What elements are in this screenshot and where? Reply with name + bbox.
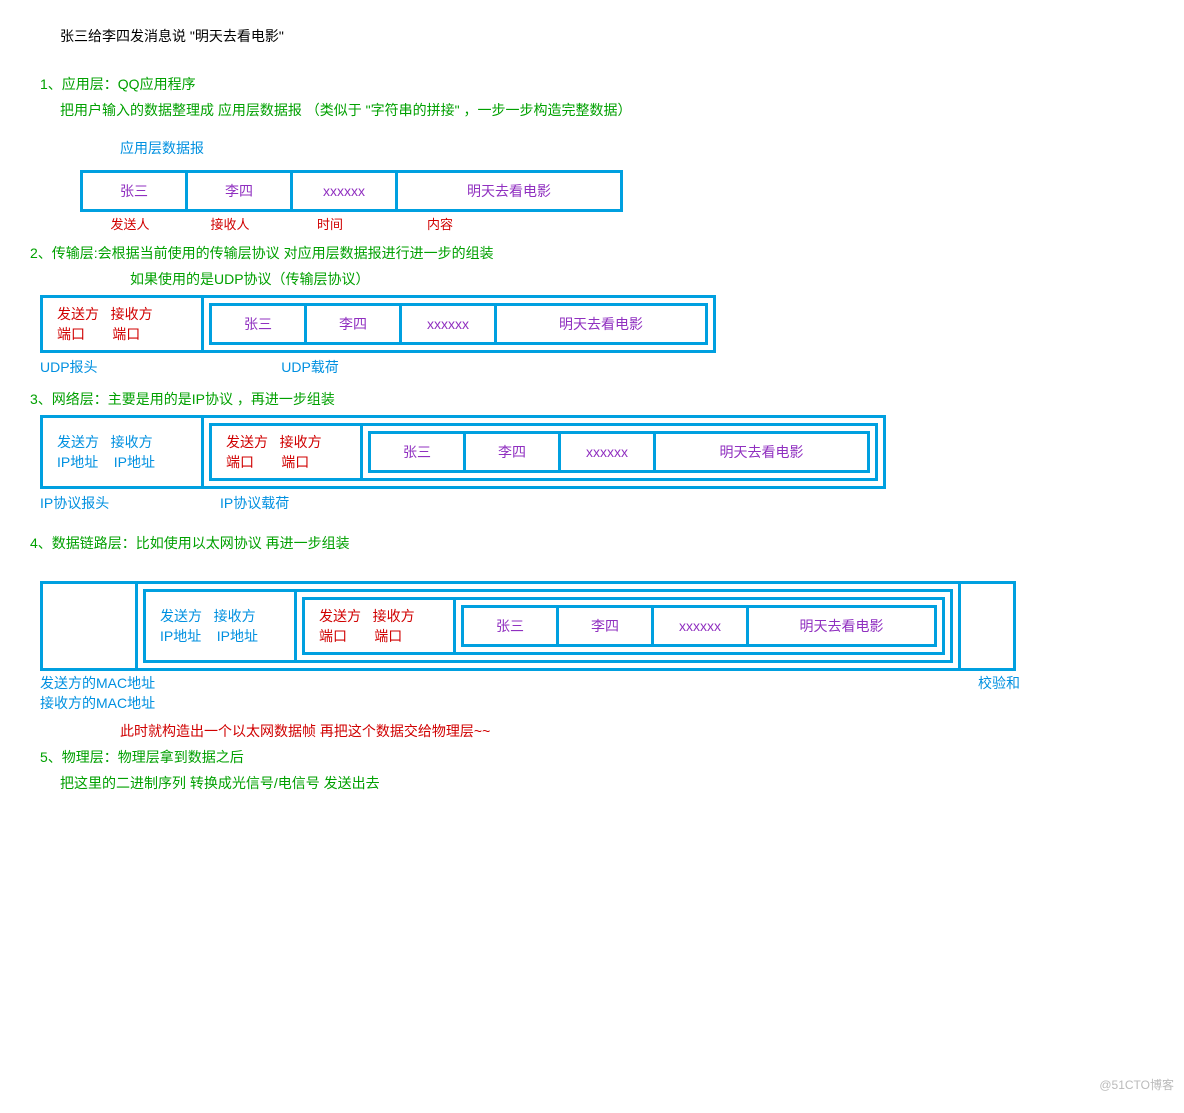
- udp-c1: 张三: [212, 306, 307, 342]
- eth-right-cap: 校验和: [978, 673, 1020, 713]
- watermark: @51CTO博客: [1099, 1076, 1174, 1093]
- ip-udp-header: 发送方 接收方 端口 端口: [212, 426, 363, 478]
- ip-udp-payload: 张三 李四 xxxxxx 明天去看电影: [368, 431, 870, 473]
- eth-ip-header: 发送方 接收方 IP地址 IP地址: [146, 592, 297, 660]
- eth-c4: 明天去看电影: [749, 608, 934, 644]
- layer-app-title: 1、应用层：QQ应用程序: [40, 74, 1154, 94]
- ip-header-caption: IP协议报头: [40, 493, 220, 513]
- ip-c3: xxxxxx: [561, 434, 656, 470]
- eth-c1: 张三: [464, 608, 559, 644]
- ip-c4: 明天去看电影: [656, 434, 867, 470]
- layer-phy-title: 5、物理层：物理层拿到数据之后: [40, 747, 1154, 767]
- col-label-sender: 发送人: [80, 214, 180, 233]
- udp-packet: 发送方 接收方 端口 端口 张三 李四 xxxxxx 明天去看电影: [40, 295, 716, 353]
- col-label-time: 时间: [280, 214, 380, 233]
- eth-app: 张三 李四 xxxxxx 明天去看电影: [461, 605, 937, 647]
- udp-payload-caption: UDP载荷: [210, 357, 410, 377]
- layer-app-sub: 把用户输入的数据整理成 应用层数据报 （类似于 "字符串的拼接" ，一步一步构造…: [60, 100, 1154, 120]
- ip-c2: 李四: [466, 434, 561, 470]
- app-cell-time: xxxxxx: [293, 173, 398, 209]
- eth-frame: 发送方 接收方 IP地址 IP地址 发送方 接收方 端口 端口 张三 李四 xx…: [40, 581, 1016, 671]
- eth-header: [43, 584, 138, 668]
- eth-c3: xxxxxx: [654, 608, 749, 644]
- ip-payload-udp: 发送方 接收方 端口 端口 张三 李四 xxxxxx 明天去看电影: [209, 423, 878, 481]
- udp-c4: 明天去看电影: [497, 306, 705, 342]
- udp-payload: 张三 李四 xxxxxx 明天去看电影: [209, 303, 708, 345]
- link-note: 此时就构造出一个以太网数据帧 再把这个数据交给物理层~~: [120, 721, 1154, 741]
- eth-udp-header: 发送方 接收方 端口 端口: [305, 600, 456, 652]
- eth-c2: 李四: [559, 608, 654, 644]
- eth-udp: 发送方 接收方 端口 端口 张三 李四 xxxxxx 明天去看电影: [302, 597, 945, 655]
- layer-trans-sub: 如果使用的是UDP协议（传输层协议）: [130, 269, 1154, 289]
- layer-phy-sub: 把这里的二进制序列 转换成光信号/电信号 发送出去: [60, 773, 1154, 793]
- udp-header: 发送方 接收方 端口 端口: [43, 298, 204, 350]
- layer-net-title: 3、网络层：主要是用的是IP协议 ，再进一步组装: [30, 389, 1154, 409]
- app-packet: 张三 李四 xxxxxx 明天去看电影: [80, 170, 623, 212]
- ip-packet: 发送方 接收方 IP地址 IP地址 发送方 接收方 端口 端口 张三 李四 xx…: [40, 415, 886, 489]
- layer-link-title: 4、数据链路层：比如使用以太网协议 再进一步组装: [30, 533, 1154, 553]
- app-cell-sender: 张三: [83, 173, 188, 209]
- eth-left-cap2: 接收方的MAC地址: [40, 693, 155, 713]
- udp-c3: xxxxxx: [402, 306, 497, 342]
- ip-payload-caption: IP协议载荷: [220, 493, 420, 513]
- ip-header: 发送方 接收方 IP地址 IP地址: [43, 418, 204, 486]
- app-cell-content: 明天去看电影: [398, 173, 620, 209]
- app-pkt-label: 应用层数据报: [120, 138, 1154, 158]
- intro-text: 张三给李四发消息说 "明天去看电影": [60, 26, 1154, 46]
- col-label-content: 内容: [380, 214, 500, 233]
- eth-left-cap1: 发送方的MAC地址: [40, 673, 155, 693]
- layer-trans-title: 2、传输层:会根据当前使用的传输层协议 对应用层数据报进行进一步的组装: [30, 243, 1154, 263]
- col-label-receiver: 接收人: [180, 214, 280, 233]
- app-cell-receiver: 李四: [188, 173, 293, 209]
- udp-header-caption: UDP报头: [40, 357, 210, 377]
- eth-payload-ip: 发送方 接收方 IP地址 IP地址 发送方 接收方 端口 端口 张三 李四 xx…: [143, 589, 953, 663]
- eth-checksum: [958, 584, 1013, 668]
- ip-c1: 张三: [371, 434, 466, 470]
- udp-c2: 李四: [307, 306, 402, 342]
